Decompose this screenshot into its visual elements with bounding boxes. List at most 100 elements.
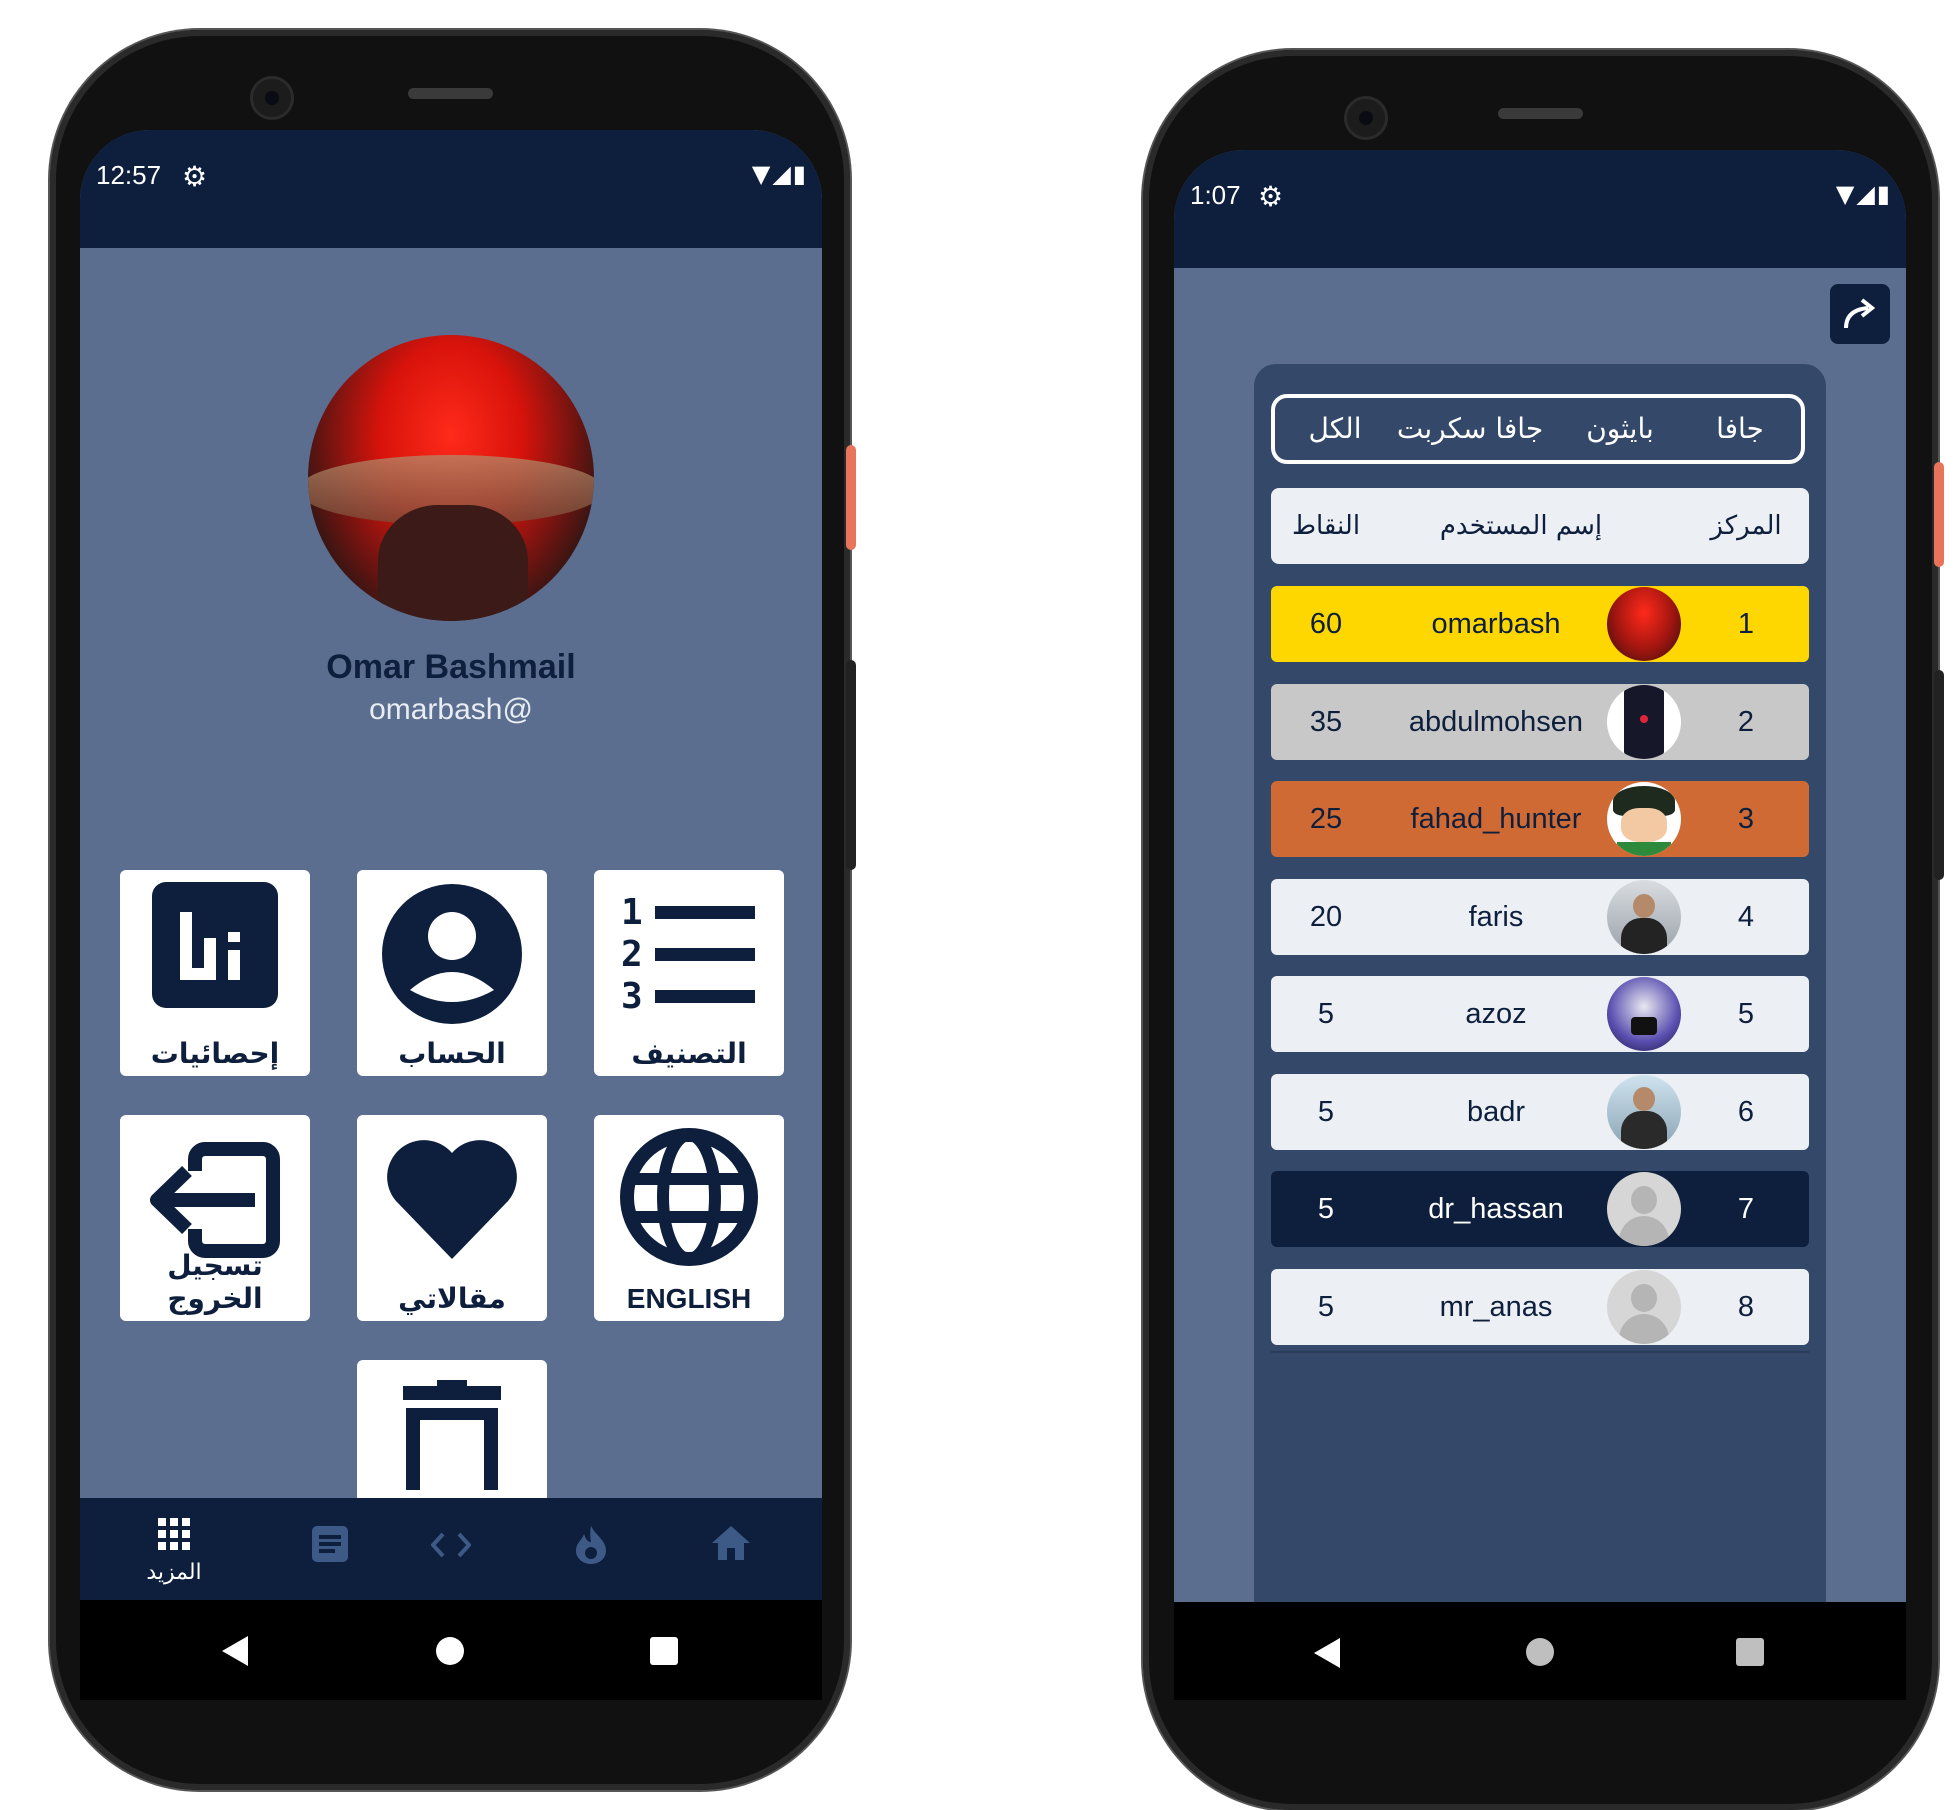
header-points: النقاط bbox=[1291, 511, 1361, 541]
status-icons: ▼◢▮ bbox=[1836, 180, 1892, 208]
wifi-icon: ▼ bbox=[751, 160, 773, 188]
profile-username: omarbash@ bbox=[369, 693, 533, 726]
header-username: إسم المستخدم bbox=[1439, 511, 1603, 541]
apps-grid-icon bbox=[158, 1518, 190, 1550]
my-articles-tile-label: مقالاتي bbox=[398, 1282, 506, 1315]
right-speaker bbox=[1498, 108, 1583, 119]
globe-icon bbox=[620, 1128, 758, 1266]
row-points: 5 bbox=[1317, 998, 1335, 1030]
tab-python[interactable]: بايثون bbox=[1565, 398, 1675, 460]
row-rank: 2 bbox=[1737, 706, 1755, 738]
profile-display-name: Omar Bashmail bbox=[326, 648, 576, 686]
tab-java[interactable]: جافا bbox=[1695, 398, 1785, 460]
language-tile[interactable]: ENGLISH bbox=[594, 1115, 784, 1321]
status-time: 12:57 bbox=[96, 160, 162, 190]
battery-icon: ▮ bbox=[792, 160, 808, 188]
leaderboard-row[interactable]: 60 omarbash 1 bbox=[1271, 586, 1809, 662]
battery-icon: ▮ bbox=[1876, 180, 1892, 208]
left-screen: 12:57 ⚙ ▼◢▮ Omar Bashmail omarbash@ إحصا… bbox=[80, 130, 822, 1600]
home-button[interactable] bbox=[436, 1637, 464, 1665]
heart-icon bbox=[387, 1140, 517, 1259]
row-divider bbox=[1271, 1351, 1809, 1353]
leaderboard-panel: الكل جافا سكربت بايثون جافا النقاط إسم ا… bbox=[1254, 364, 1826, 1602]
logout-tile[interactable]: تسجيل الخروج bbox=[120, 1115, 310, 1321]
row-rank: 5 bbox=[1737, 998, 1755, 1030]
avatar bbox=[1607, 880, 1681, 954]
row-username: mr_anas bbox=[1439, 1291, 1553, 1323]
row-rank: 6 bbox=[1737, 1096, 1755, 1128]
nav-more-label: المزيد bbox=[146, 1560, 202, 1585]
profile-avatar[interactable] bbox=[308, 335, 594, 621]
row-username: dr_hassan bbox=[1428, 1193, 1564, 1225]
home-icon bbox=[712, 1526, 750, 1560]
row-username: omarbash bbox=[1431, 608, 1561, 640]
back-button[interactable] bbox=[1314, 1638, 1340, 1668]
avatar bbox=[1607, 587, 1681, 661]
numbered-list-icon: 1 2 3 bbox=[621, 894, 755, 1014]
status-icons: ▼◢▮ bbox=[752, 160, 808, 188]
leaderboard-row[interactable]: 5 badr 6 bbox=[1271, 1074, 1809, 1150]
header-rank: المركز bbox=[1710, 511, 1782, 541]
nav-home[interactable] bbox=[657, 1498, 805, 1600]
row-username: badr bbox=[1466, 1096, 1526, 1128]
bottom-navigation: المزيد bbox=[80, 1498, 822, 1600]
leaderboard-row[interactable]: 20 faris 4 bbox=[1271, 879, 1809, 955]
my-articles-tile[interactable]: مقالاتي bbox=[357, 1115, 547, 1321]
stats-tile[interactable]: إحصائيات bbox=[120, 870, 310, 1076]
avatar bbox=[1607, 1172, 1681, 1246]
ranking-tile[interactable]: 1 2 3 التصنيف bbox=[594, 870, 784, 1076]
share-button[interactable] bbox=[1830, 284, 1890, 344]
nav-code[interactable] bbox=[377, 1498, 525, 1600]
signal-icon: ◢ bbox=[1856, 180, 1877, 208]
code-icon bbox=[431, 1532, 471, 1558]
row-points: 25 bbox=[1309, 803, 1343, 835]
row-points: 35 bbox=[1309, 706, 1343, 738]
trash-icon bbox=[403, 1380, 501, 1490]
language-tile-label: ENGLISH bbox=[626, 1283, 752, 1314]
leaderboard-row[interactable]: 5 mr_anas 8 bbox=[1271, 1269, 1809, 1345]
right-volume-button bbox=[1934, 462, 1944, 567]
right-system-nav bbox=[1174, 1602, 1906, 1700]
account-circle-icon bbox=[382, 884, 522, 1024]
row-rank: 7 bbox=[1737, 1193, 1755, 1225]
leaderboard-row[interactable]: 35 abdulmohsen 2 bbox=[1271, 684, 1809, 760]
account-tile[interactable]: الحساب bbox=[357, 870, 547, 1076]
account-tile-label: الحساب bbox=[398, 1037, 506, 1070]
logout-icon bbox=[150, 1142, 280, 1258]
stats-tile-label: إحصائيات bbox=[150, 1037, 280, 1070]
leaderboard-row[interactable]: 5 dr_hassan 7 bbox=[1271, 1171, 1809, 1247]
nav-more[interactable]: المزيد bbox=[100, 1498, 248, 1600]
tab-javascript[interactable]: جافا سكربت bbox=[1395, 398, 1545, 460]
home-button[interactable] bbox=[1526, 1638, 1554, 1666]
delete-tile[interactable] bbox=[357, 1360, 547, 1498]
tab-all[interactable]: الكل bbox=[1295, 398, 1375, 460]
article-icon bbox=[312, 1526, 348, 1562]
left-volume-button bbox=[846, 445, 856, 550]
svg-text:1: 1 bbox=[621, 894, 643, 933]
row-rank: 1 bbox=[1737, 608, 1755, 640]
recents-button[interactable] bbox=[650, 1637, 678, 1665]
language-filter-tabs: الكل جافا سكربت بايثون جافا bbox=[1271, 394, 1805, 464]
status-bar: 12:57 ⚙ ▼◢▮ bbox=[80, 130, 822, 248]
logout-tile-label: تسجيل الخروج bbox=[167, 1249, 263, 1315]
status-bar: 1:07 ⚙ ▼◢▮ bbox=[1174, 150, 1906, 268]
nav-trending[interactable] bbox=[517, 1498, 665, 1600]
avatar bbox=[1607, 782, 1681, 856]
row-points: 20 bbox=[1309, 901, 1343, 933]
recents-button[interactable] bbox=[1736, 1638, 1764, 1666]
bar-chart-icon bbox=[152, 882, 278, 1008]
row-username: abdulmohsen bbox=[1408, 706, 1584, 738]
leaderboard-row[interactable]: 25 fahad_hunter 3 bbox=[1271, 781, 1809, 857]
right-screen: 1:07 ⚙ ▼◢▮ الكل جافا سكربت بايثون جافا ا… bbox=[1174, 150, 1906, 1602]
left-power-button bbox=[846, 660, 856, 870]
row-rank: 8 bbox=[1737, 1291, 1755, 1323]
row-points: 5 bbox=[1317, 1096, 1335, 1128]
gear-icon: ⚙ bbox=[1258, 180, 1284, 213]
row-username: faris bbox=[1468, 901, 1524, 933]
row-points: 5 bbox=[1317, 1193, 1335, 1225]
left-system-nav bbox=[80, 1600, 822, 1700]
row-rank: 4 bbox=[1737, 901, 1755, 933]
back-button[interactable] bbox=[222, 1636, 248, 1666]
fire-icon bbox=[576, 1526, 606, 1564]
leaderboard-row[interactable]: 5 azoz 5 bbox=[1271, 976, 1809, 1052]
